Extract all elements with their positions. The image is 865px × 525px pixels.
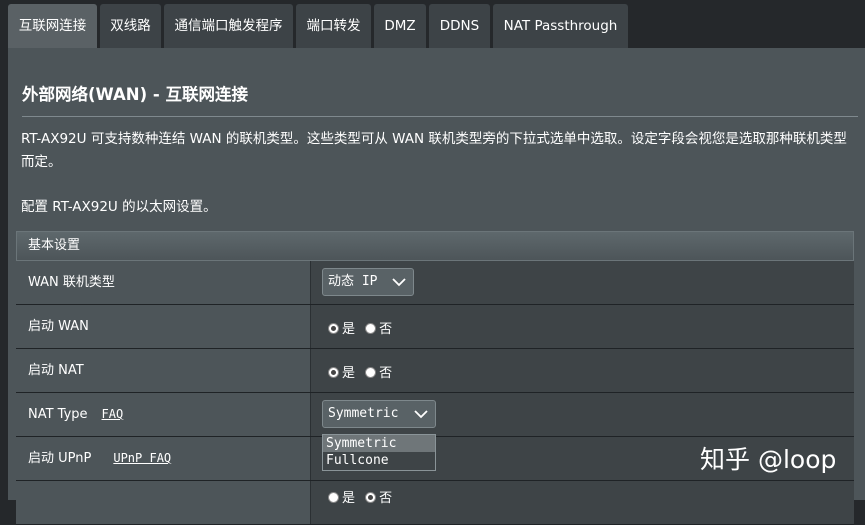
enable-wan-label: 启动 WAN bbox=[16, 305, 310, 348]
enable-wan-no-radio[interactable] bbox=[365, 323, 377, 334]
enable-upnp-label: 启动 UPnP bbox=[28, 451, 92, 466]
tab-internet-connection[interactable]: 互联网连接 bbox=[8, 4, 97, 48]
wan-type-select[interactable]: 动态 IP bbox=[322, 268, 414, 296]
partial-no-label: 否 bbox=[379, 491, 393, 506]
wan-type-label: WAN 联机类型 bbox=[16, 261, 310, 304]
row-nat-type: NAT Type FAQ Symmetric bbox=[16, 393, 854, 437]
config-text: 配置 RT-AX92U 的以太网设置。 bbox=[21, 199, 217, 215]
watermark: 知乎 @loop bbox=[700, 445, 837, 474]
tab-dual-wan[interactable]: 双线路 bbox=[100, 4, 161, 48]
tab-nat-passthrough[interactable]: NAT Passthrough bbox=[493, 4, 628, 48]
enable-wan-yes-radio[interactable] bbox=[328, 323, 339, 334]
nat-type-faq-link[interactable]: FAQ bbox=[102, 407, 124, 421]
nat-type-select[interactable]: Symmetric bbox=[322, 400, 436, 428]
enable-nat-yes-radio[interactable] bbox=[328, 367, 339, 378]
enable-wan-value-cell: 是 否 bbox=[310, 305, 854, 348]
enable-upnp-label-cell: 启动 UPnP UPnP FAQ bbox=[16, 437, 310, 480]
tab-port-forwarding[interactable]: 端口转发 bbox=[296, 4, 371, 48]
row-enable-wan: 启动 WAN 是 否 bbox=[16, 305, 854, 349]
enable-wan-yes-label: 是 bbox=[342, 322, 356, 337]
nat-type-label: NAT Type bbox=[28, 407, 88, 422]
enable-nat-label: 启动 NAT bbox=[16, 349, 310, 392]
section-header-basic: 基本设置 bbox=[16, 231, 854, 261]
enable-nat-no-radio[interactable] bbox=[365, 367, 377, 378]
enable-nat-radio-group: 是 否 bbox=[328, 362, 398, 381]
enable-wan-no-label: 否 bbox=[379, 322, 393, 337]
partial-value-cell: 是 否 bbox=[310, 481, 854, 524]
enable-nat-yes-label: 是 bbox=[342, 366, 356, 381]
tab-ddns[interactable]: DDNS bbox=[429, 4, 490, 48]
nat-type-label-cell: NAT Type FAQ bbox=[16, 393, 310, 436]
wan-type-value-cell: 动态 IP bbox=[310, 261, 854, 304]
tab-dmz[interactable]: DMZ bbox=[374, 4, 426, 48]
partial-yes-label: 是 bbox=[342, 491, 356, 506]
chevron-down-icon bbox=[414, 410, 428, 419]
nat-option-symmetric[interactable]: Symmetric bbox=[323, 435, 435, 452]
content-panel: 外部网络(WAN) - 互联网连接 RT-AX92U 可支持数种连结 WAN 的… bbox=[8, 48, 865, 525]
row-wan-type: WAN 联机类型 动态 IP bbox=[16, 261, 854, 305]
nat-option-fullcone[interactable]: Fullcone bbox=[323, 452, 435, 469]
nat-type-dropdown-list: Symmetric Fullcone bbox=[322, 434, 436, 471]
nat-type-value-cell: Symmetric bbox=[310, 393, 854, 436]
page-title: 外部网络(WAN) - 互联网连接 bbox=[22, 85, 248, 104]
partial-radio-group: 是 否 bbox=[328, 487, 398, 506]
tab-bar: 互联网连接 双线路 通信端口触发程序 端口转发 DMZ DDNS NAT Pas… bbox=[0, 0, 865, 48]
upnp-faq-link[interactable]: UPnP FAQ bbox=[113, 451, 171, 465]
partial-yes-radio[interactable] bbox=[328, 492, 339, 503]
row-enable-nat: 启动 NAT 是 否 bbox=[16, 349, 854, 393]
tab-port-trigger[interactable]: 通信端口触发程序 bbox=[164, 4, 293, 48]
chevron-down-icon bbox=[392, 278, 406, 287]
title-divider bbox=[22, 116, 858, 117]
nat-type-selected: Symmetric bbox=[328, 406, 399, 421]
enable-nat-value-cell: 是 否 bbox=[310, 349, 854, 392]
partial-label-cell bbox=[16, 481, 310, 524]
enable-wan-radio-group: 是 否 bbox=[328, 318, 398, 337]
row-partial: 是 否 bbox=[16, 481, 854, 525]
partial-no-radio[interactable] bbox=[365, 492, 377, 503]
page-description: RT-AX92U 可支持数种连结 WAN 的联机类型。这些类型可从 WAN 联机… bbox=[21, 131, 847, 170]
enable-nat-no-label: 否 bbox=[379, 366, 393, 381]
wan-type-selected: 动态 IP bbox=[328, 274, 378, 289]
